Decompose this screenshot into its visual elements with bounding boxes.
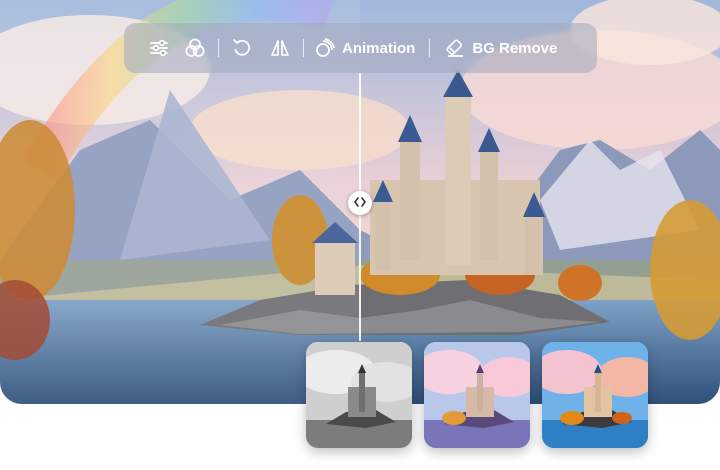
rotate-icon[interactable] (229, 35, 255, 61)
thumbnail-grayscale[interactable] (306, 342, 412, 448)
bg-remove-button[interactable]: BG Remove (444, 37, 557, 59)
toolbar-divider (429, 39, 431, 57)
color-circles-icon[interactable] (182, 35, 208, 61)
toolbar-divider (303, 39, 304, 57)
thumbnail-vivid[interactable] (542, 342, 648, 448)
animation-label: Animation (342, 39, 416, 57)
eraser-icon (444, 37, 466, 59)
compare-slider-handle[interactable] (348, 191, 372, 215)
flip-icon[interactable] (267, 35, 293, 61)
code-arrows-icon (354, 194, 366, 212)
animation-icon (314, 37, 336, 59)
adjust-sliders-icon[interactable] (146, 35, 172, 61)
animation-button[interactable]: Animation (314, 37, 415, 59)
toolbar-divider (218, 39, 219, 57)
thumbnail-pastel[interactable] (424, 342, 530, 448)
edit-toolbar: Animation BG Remove (124, 23, 597, 73)
bg-remove-label: BG Remove (472, 39, 558, 57)
